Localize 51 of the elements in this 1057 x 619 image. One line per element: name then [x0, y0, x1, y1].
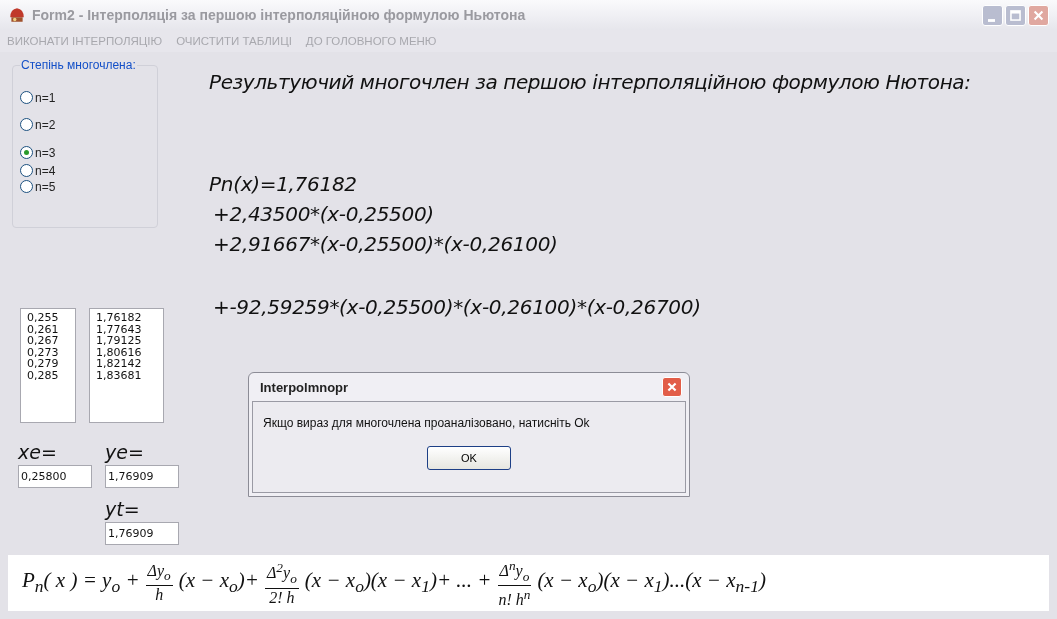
xe-label: xe= [18, 441, 58, 465]
close-button[interactable] [1028, 4, 1049, 26]
x-values-list[interactable]: 0,255 0,261 0,267 0,273 0,279 0,285 [20, 308, 76, 423]
yt-label: yt= [105, 498, 141, 522]
radio-option[interactable]: n=1 [20, 90, 157, 105]
formula-text: P$_{n}$( x ) = y$_{o}$ + [22, 568, 140, 598]
radio-option[interactable]: n=2 [20, 117, 157, 132]
formula-text: (x − x$_{o}$)(x − x$_{1}$)...(x − x$_{n-1}$) [537, 568, 766, 598]
list-item: 0,267 [27, 335, 60, 347]
radio-option[interactable]: n=4 [20, 163, 157, 178]
maximize-icon [1009, 8, 1022, 22]
list-item: 1,79125 [96, 335, 143, 347]
maximize-button[interactable] [1005, 4, 1026, 26]
polynomial-line: +2,91667*(x-0,25500)*(x-0,26100) [212, 232, 559, 258]
radio-option[interactable]: n=5 [20, 179, 157, 194]
dialog-message: Якщо вираз для многочлена проаналізовано, натисніть Ok [262, 416, 590, 430]
polynomial-line: Pn(x)=1,76182 [209, 172, 358, 198]
close-button[interactable] [662, 377, 682, 397]
list-item: 0,285 [27, 369, 60, 382]
window-title: Form2 - Інтерполяція за першою інтерполяційною формулою Ньютона [32, 7, 526, 23]
xe-field[interactable]: 0,25800 [18, 465, 92, 488]
list-item: 1,82142 [96, 358, 143, 370]
ye-label: ye= [105, 441, 145, 465]
dialog-title: Interpolmnopr [260, 379, 349, 395]
close-icon [666, 381, 678, 393]
list-item: 1,83681 [96, 369, 143, 382]
formula-text: (x − x$_{o}$)(x − x$_{1}$)+ ... + [304, 568, 492, 598]
list-item: 1,76182 [96, 312, 143, 324]
list-item: 0,255 [27, 312, 60, 324]
list-item: 0,273 [27, 346, 60, 359]
group-title: Степінь многочлена: [20, 58, 137, 72]
close-icon [1032, 8, 1045, 22]
formula-fraction: Δ$^{2}$y$_{o}$ 2! h [264, 559, 299, 607]
y-values-list[interactable]: 1,76182 1,77643 1,79125 1,80616 1,82142 1,83681 [89, 308, 164, 423]
formula-fraction: Δy$_{o}$ h [145, 561, 173, 605]
list-item: 0,279 [27, 358, 60, 370]
polynomial-line: +2,43500*(x-0,25500) [212, 202, 435, 228]
yt-field[interactable]: 1,76909 [105, 522, 179, 545]
minimize-icon [988, 18, 995, 22]
ok-button[interactable]: OK [427, 446, 511, 470]
list-item: 1,77643 [96, 323, 143, 336]
radio-option[interactable]: n=3 [20, 145, 157, 160]
list-item: 0,261 [27, 323, 60, 336]
polynomial-line: +-92,59259*(x-0,25500)*(x-0,26100)*(x-0,26700) [212, 295, 702, 321]
result-heading: Результуючий многочлен за першою інтерполяційною формулою Нютона: [209, 70, 972, 94]
list-item: 1,80616 [96, 346, 143, 359]
helmet-icon [8, 6, 26, 24]
minimize-button[interactable] [982, 4, 1003, 26]
ye-field[interactable]: 1,76909 [105, 465, 179, 488]
formula-fraction: Δ$^{n}$y$_{o}$ n! h$^{n}$ [497, 556, 532, 610]
formula-text: (x − x$_{o}$)+ [178, 568, 259, 598]
